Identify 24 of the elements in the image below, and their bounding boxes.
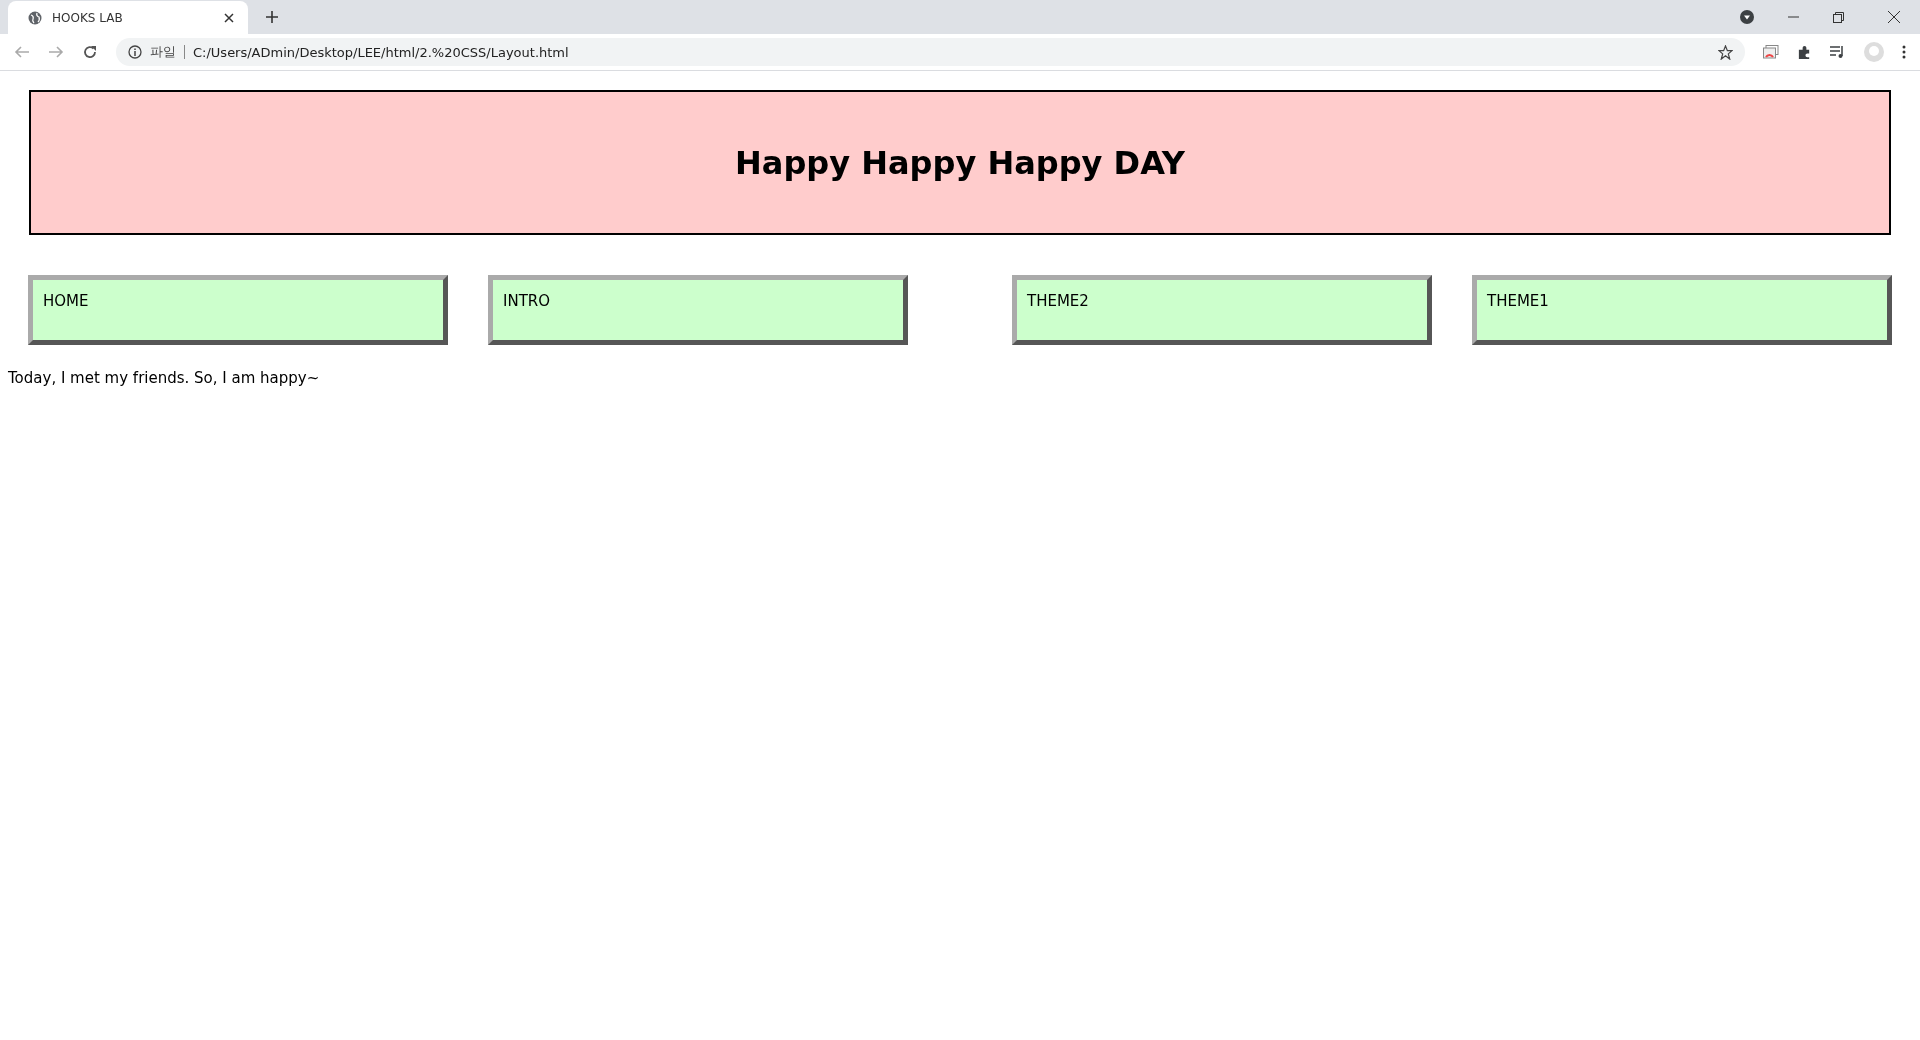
address-bar[interactable]: 파일 C:/Users/ADmin/Desktop/LEE/html/2.%20CSS/Layout.html (116, 38, 1745, 66)
nav-link[interactable]: THEME1 (1472, 275, 1892, 345)
nav-link[interactable]: INTRO (488, 275, 908, 345)
address-prefix: 파일 (150, 43, 176, 61)
page-title: Happy Happy Happy DAY (735, 143, 1185, 182)
nav-link[interactable]: THEME2 (1012, 275, 1432, 345)
new-tab-icon[interactable] (266, 11, 278, 23)
nav-link[interactable]: HOME (28, 275, 448, 345)
close-tab-icon[interactable] (224, 13, 234, 23)
restore-icon[interactable] (1833, 11, 1844, 23)
browser-tab[interactable]: HOOKS LAB (8, 1, 248, 35)
close-icon[interactable] (1888, 11, 1900, 23)
tab-title: HOOKS LAB (52, 11, 124, 25)
puzzle-icon[interactable] (1797, 44, 1812, 60)
globe-icon (28, 11, 42, 25)
star-icon[interactable] (1718, 44, 1733, 60)
reload-icon[interactable] (82, 44, 98, 60)
more-icon[interactable] (1902, 45, 1906, 59)
cast-icon[interactable] (1763, 45, 1779, 59)
url-text: C:/Users/ADmin/Desktop/LEE/html/2.%20CSS/Layout.html (193, 44, 569, 60)
dropdown-icon[interactable] (1740, 10, 1754, 24)
playlist-icon[interactable] (1830, 45, 1846, 59)
info-icon (128, 45, 142, 59)
body-text: Today, I met my friends. So, I am happy~ (8, 369, 321, 387)
